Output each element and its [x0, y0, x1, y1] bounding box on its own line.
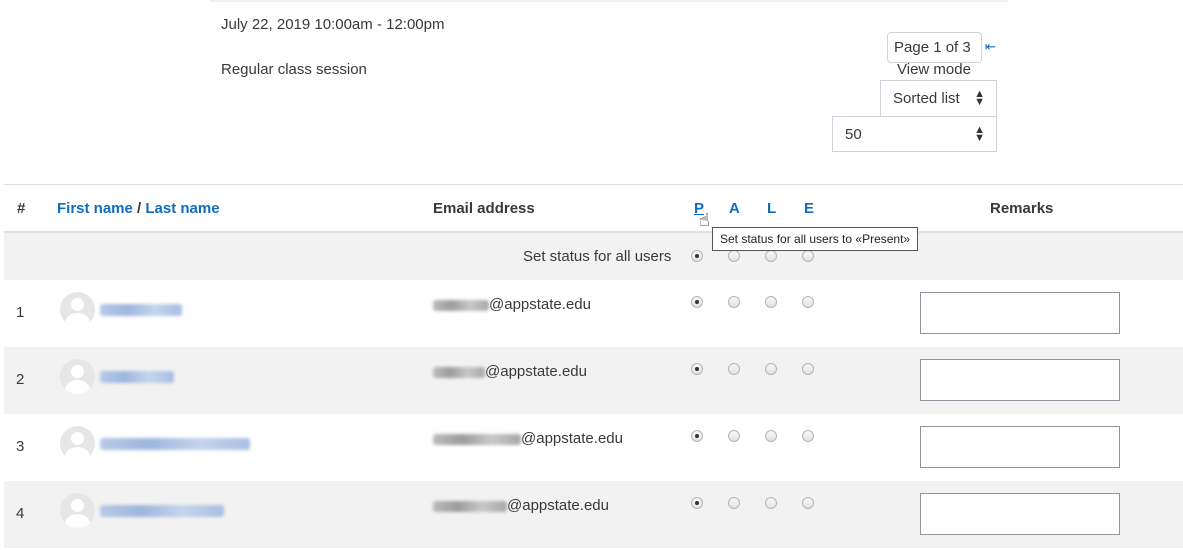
status-radio-e[interactable]	[802, 430, 814, 442]
status-tooltip: Set status for all users to «Present»	[712, 227, 919, 251]
status-radio-a[interactable]	[728, 296, 740, 308]
header-num: #	[17, 200, 26, 217]
user-email: @appstate.edu	[433, 430, 623, 447]
last-page-arrow-icon[interactable]: ⇤	[985, 39, 996, 55]
user-avatar-icon[interactable]	[60, 426, 95, 461]
view-mode-value: Sorted list	[893, 90, 960, 107]
user-email: @appstate.edu	[433, 296, 591, 313]
status-radio-l[interactable]	[765, 430, 777, 442]
user-avatar-icon[interactable]	[60, 292, 95, 327]
updown-caret-icon: ▲ ▼	[974, 88, 985, 108]
set-all-radio-l[interactable]	[765, 250, 777, 262]
status-radio-p[interactable]	[691, 296, 703, 308]
user-email: @appstate.edu	[433, 363, 587, 380]
set-all-row: Set status for all users	[4, 233, 1183, 280]
session-description: Regular class session	[221, 61, 367, 78]
status-radio-p[interactable]	[691, 430, 703, 442]
table-top-border	[4, 184, 1183, 185]
set-all-radio-e[interactable]	[802, 250, 814, 262]
status-radio-p[interactable]	[691, 497, 703, 509]
status-radio-a[interactable]	[728, 430, 740, 442]
table-row: 1 @appstate.edu	[4, 280, 1183, 347]
table-row: 3 @appstate.edu	[4, 414, 1183, 481]
header-name: First name / Last name	[57, 200, 220, 217]
row-number: 1	[16, 304, 25, 321]
header-remarks: Remarks	[990, 200, 1054, 217]
status-radio-e[interactable]	[802, 363, 814, 375]
status-radio-e[interactable]	[802, 296, 814, 308]
header-status-e[interactable]: E	[804, 200, 814, 217]
status-radio-l[interactable]	[765, 363, 777, 375]
set-all-radio-a[interactable]	[728, 250, 740, 262]
session-date: July 22, 2019 10:00am - 12:00pm	[221, 16, 445, 33]
top-divider	[210, 0, 1008, 2]
set-all-radio-p[interactable]	[691, 250, 703, 262]
remarks-input[interactable]	[920, 359, 1120, 401]
set-all-label: Set status for all users	[523, 248, 672, 265]
remarks-input[interactable]	[920, 292, 1120, 334]
sort-first-name-link[interactable]: First name	[57, 200, 133, 217]
user-avatar-icon[interactable]	[60, 359, 95, 394]
header-status-a[interactable]: A	[729, 200, 740, 217]
status-radio-a[interactable]	[728, 363, 740, 375]
remarks-input[interactable]	[920, 426, 1120, 468]
remarks-input[interactable]	[920, 493, 1120, 535]
sort-last-name-link[interactable]: Last name	[145, 200, 219, 217]
table-row: 2 @appstate.edu	[4, 347, 1183, 414]
page-select[interactable]: Page 1 of 3	[887, 32, 982, 63]
row-number: 2	[16, 371, 25, 388]
user-name-link[interactable]	[100, 505, 224, 517]
user-email: @appstate.edu	[433, 497, 609, 514]
row-number: 3	[16, 438, 25, 455]
view-mode-label: View mode	[897, 61, 971, 78]
view-mode-select[interactable]: Sorted list ▲ ▼	[880, 80, 997, 117]
user-name-link[interactable]	[100, 438, 250, 450]
name-separator: /	[132, 200, 146, 217]
per-page-value: 50	[845, 126, 862, 143]
user-name-link[interactable]	[100, 371, 174, 383]
status-radio-l[interactable]	[765, 497, 777, 509]
header-status-l[interactable]: L	[767, 200, 776, 217]
status-radio-p[interactable]	[691, 363, 703, 375]
updown-caret-icon: ▲ ▼	[974, 124, 985, 144]
row-number: 4	[16, 505, 25, 522]
header-email: Email address	[433, 200, 535, 217]
user-avatar-icon[interactable]	[60, 493, 95, 528]
status-radio-l[interactable]	[765, 296, 777, 308]
user-name-link[interactable]	[100, 304, 182, 316]
status-radio-a[interactable]	[728, 497, 740, 509]
table-row: 4 @appstate.edu	[4, 481, 1183, 548]
status-radio-e[interactable]	[802, 497, 814, 509]
hand-pointer-icon: ☝	[699, 210, 710, 230]
per-page-select[interactable]: 50 ▲ ▼	[832, 116, 997, 152]
